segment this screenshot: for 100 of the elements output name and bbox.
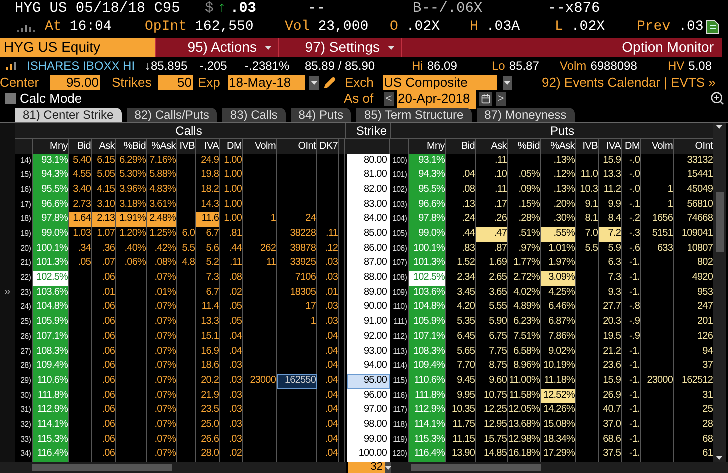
strike-cell[interactable]: 91.00 [347, 315, 390, 330]
table-cell: 15.9 [599, 154, 622, 168]
column-header[interactable]: DM [622, 138, 641, 154]
table-cell: 9.45 [446, 374, 476, 389]
last-price: .03 [230, 0, 257, 18]
next-button[interactable]: > [496, 92, 506, 106]
scrollbar-thumb[interactable] [411, 464, 541, 471]
column-header[interactable]: %Ask [147, 138, 177, 154]
table-cell: 13.3 [196, 315, 220, 330]
expiry-field[interactable]: 18-May-18 [228, 75, 305, 90]
checkbox[interactable] [5, 93, 16, 104]
table-cell: 99.0% [409, 227, 446, 242]
date-field[interactable]: 20-Apr-2018 [397, 89, 476, 109]
table-cell: 5.30% [116, 168, 147, 183]
count-field[interactable]: 32 [348, 462, 385, 473]
column-header[interactable]: Volm [243, 138, 277, 154]
dropdown-button[interactable] [309, 76, 319, 90]
column-header[interactable]: Bid [69, 138, 92, 154]
column-header[interactable]: IVB [177, 138, 196, 154]
exchange-field[interactable]: US Composite [383, 75, 497, 90]
tab[interactable]: 85) Term Structure [356, 108, 472, 122]
calendar-button[interactable] [479, 92, 492, 106]
events-link[interactable]: 92) Events Calendar | EVTS » [542, 75, 716, 90]
strike-cell[interactable]: 100.00 [347, 447, 390, 462]
menu-button[interactable]: 95) Actions [155, 38, 278, 57]
table-cell: 96.6% [33, 198, 69, 212]
table-cell: 20.3 [599, 315, 622, 330]
scrollbar-thumb[interactable] [32, 464, 172, 471]
column-header[interactable]: %Ask [541, 138, 576, 154]
column-header[interactable]: Ask [92, 138, 116, 154]
horizontal-scrollbar[interactable] [0, 462, 346, 473]
table-cell: 104.8% [33, 300, 69, 316]
underlying-name[interactable]: ISHARES IBOXX HI [27, 57, 145, 75]
center-field[interactable]: 95.00 [50, 75, 100, 90]
table-cell: .04 [446, 168, 476, 183]
strikes-field[interactable]: 50 [158, 75, 193, 90]
table-cell: 6.23% [508, 315, 541, 330]
dropdown-button[interactable] [385, 462, 391, 473]
stat-value: .02X [571, 18, 606, 37]
strike-cell[interactable]: 89.00 [347, 286, 390, 300]
tab[interactable]: 87) Moneyness [476, 108, 575, 122]
strike-cell[interactable]: 95.00 [347, 374, 390, 389]
previous-button[interactable]: < [384, 92, 394, 106]
security-field[interactable]: HYG US Equity [0, 38, 155, 57]
strike-cell[interactable]: 94.00 [347, 359, 390, 374]
vertical-scrollbar[interactable] [713, 122, 726, 462]
window-title: Option Monitor [401, 38, 722, 57]
table-cell: .04 [317, 403, 339, 418]
menu-button[interactable]: 97) Settings [278, 38, 401, 57]
column-header[interactable]: DM [220, 138, 243, 154]
column-header[interactable]: Ask [476, 138, 508, 154]
table-cell: 26.6 [196, 432, 220, 448]
strike-cell[interactable]: 98.00 [347, 418, 390, 433]
strike-cell[interactable]: 90.00 [347, 300, 390, 316]
table-cell: 114.1% [409, 418, 446, 433]
table-cell: 5.90 [476, 315, 508, 330]
pencil-icon[interactable] [324, 76, 336, 89]
table-cell: .42% [147, 242, 177, 256]
tab[interactable]: 81) Center Strike [15, 108, 122, 122]
column-header[interactable]: DK7 [317, 138, 339, 154]
dropdown-button[interactable] [503, 76, 512, 90]
strike-cell[interactable]: 97.00 [347, 403, 390, 418]
table-cell: 11.4 [196, 300, 220, 316]
strike-cell[interactable]: 81.00 [347, 168, 390, 183]
column-header[interactable]: IVA [599, 138, 622, 154]
strike-cell[interactable]: 83.00 [347, 198, 390, 212]
horizontal-scrollbar[interactable] [391, 462, 728, 473]
table-cell: .03 [220, 432, 243, 448]
strike-cell[interactable]: 88.00 [347, 271, 390, 286]
document-icon[interactable] [706, 20, 720, 35]
table-cell: 15.08% [541, 418, 576, 433]
scrollbar-thumb[interactable] [716, 192, 724, 252]
tab[interactable]: 82) Calls/Puts [126, 108, 218, 122]
column-header[interactable]: IVA [196, 138, 220, 154]
table-cell: 9.95 [446, 388, 476, 404]
strike-cell[interactable]: 82.00 [347, 182, 390, 198]
strike-cell[interactable]: 96.00 [347, 388, 390, 404]
column-header[interactable]: Bid [446, 138, 476, 154]
strike-cell[interactable]: 85.00 [347, 227, 390, 242]
zoom-in-icon[interactable] [710, 91, 725, 106]
tab[interactable]: 83) Calls [222, 108, 286, 122]
column-header[interactable]: OInt [277, 138, 317, 154]
table-cell: 112.9% [409, 403, 446, 418]
strike-cell[interactable]: 84.00 [347, 212, 390, 227]
strike-cell[interactable]: 80.00 [347, 154, 390, 168]
tab[interactable]: 84) Puts [290, 108, 352, 122]
stat-label: Hi [412, 58, 424, 75]
strike-cell[interactable]: 99.00 [347, 432, 390, 448]
strike-cell[interactable]: 93.00 [347, 344, 390, 360]
table-cell: .07% [147, 315, 177, 330]
stat-value: -.205 [200, 58, 228, 75]
strike-cell[interactable]: 92.00 [347, 330, 390, 344]
column-header[interactable]: IVB [576, 138, 599, 154]
strike-cell[interactable]: 87.00 [347, 256, 390, 272]
expand-marker[interactable]: » [4, 284, 11, 301]
table-cell: 11.6 [196, 212, 220, 227]
strike-cell[interactable]: 86.00 [347, 242, 390, 256]
column-header[interactable]: %Bid [508, 138, 541, 154]
column-header[interactable]: %Bid [116, 138, 147, 154]
column-header[interactable]: Volm [641, 138, 674, 154]
